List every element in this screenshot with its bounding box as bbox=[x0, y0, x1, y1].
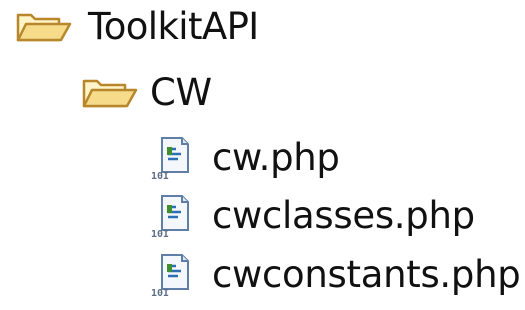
tree-item-label: cw.php bbox=[212, 136, 340, 179]
tree-item-cw[interactable]: CW bbox=[80, 68, 212, 118]
tree-item-label: ToolkitAPI bbox=[88, 5, 259, 48]
folder-open-icon bbox=[14, 7, 74, 47]
tree-item-file[interactable]: 10I cwclasses.php bbox=[150, 191, 475, 241]
php-file-icon: 10I bbox=[150, 252, 194, 299]
tree-item-toolkitapi[interactable]: ToolkitAPI bbox=[14, 2, 259, 52]
svg-text:10I: 10I bbox=[151, 171, 169, 181]
folder-open-icon bbox=[80, 73, 140, 113]
php-file-icon: 10I bbox=[150, 193, 194, 240]
tree-item-file[interactable]: 10I cwconstants.php bbox=[150, 250, 521, 300]
svg-text:10I: 10I bbox=[151, 229, 169, 239]
tree-item-label: CW bbox=[150, 71, 212, 114]
tree-item-label: cwconstants.php bbox=[212, 253, 521, 296]
php-file-icon: 10I bbox=[150, 135, 194, 182]
tree-item-label: cwclasses.php bbox=[212, 194, 475, 237]
tree-item-file[interactable]: 10I cw.php bbox=[150, 133, 340, 183]
svg-text:10I: 10I bbox=[151, 288, 169, 298]
